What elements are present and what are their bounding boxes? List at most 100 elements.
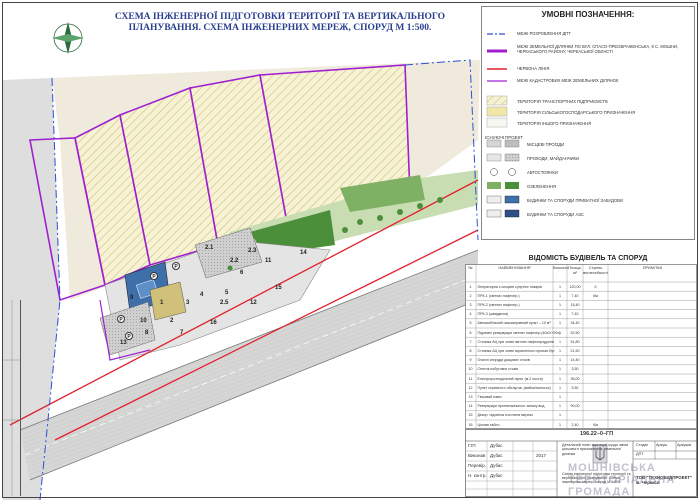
legend-item: МЕЖІ КАДАСТРОВИХ МЕЖ ЗЕМЕЛЬНИХ ДІЛЯНОК <box>517 78 619 83</box>
table-header: Площа, м² <box>568 266 582 275</box>
legend-item: ЧЕРВОНА ЛІНІЯ <box>517 66 550 71</box>
table-cell: 1 <box>559 348 561 353</box>
map-label: 10 <box>140 318 147 324</box>
table-header: Ступінь вогнестійкості <box>583 266 608 275</box>
table-cell: 34,40 <box>570 321 580 326</box>
map-label: 2.2 <box>230 258 239 264</box>
table-title: ВІДОМІСТЬ БУДІВЕЛЬ ТА СПОРУД <box>528 255 648 262</box>
drawing-code: 196.22–0–ГП <box>580 431 614 437</box>
table-cell: 90,00 <box>570 404 580 409</box>
norm-control-role: Н. контр. <box>468 473 487 478</box>
table-header: НАЙМЕНУВАННЯ <box>498 266 531 270</box>
table-cell: 7,40 <box>571 312 579 317</box>
gip-name: Дубас <box>490 443 503 448</box>
table-cell: Стоянка АЦ при зливі скрапленого пропан-… <box>477 348 555 353</box>
table-cell: Цінова табло <box>477 422 500 427</box>
developer-role: Виконав <box>468 453 486 458</box>
table-cell: 12 <box>468 385 473 390</box>
table-cell: Стоянка АЦ при зливі світлих нафтопродук… <box>477 339 554 344</box>
table-cell: 16 <box>468 422 473 427</box>
table-cell: 1 <box>559 293 561 298</box>
checker-role: Перевір. <box>468 463 486 468</box>
table-cell: ІІІа <box>593 422 598 427</box>
table-cell: Резервуари протипожежного запасу вод. <box>477 404 546 409</box>
table-cell: 1 <box>559 376 561 381</box>
map-label: 14 <box>300 250 307 256</box>
table-cell: 1 <box>559 385 561 390</box>
table-cell: 1 <box>559 302 561 307</box>
table-cell: Підземні резервуари світлих нафтопр.(40х… <box>477 330 561 335</box>
table-cell: ПРК-1 (світлих нафтопр.) <box>477 293 520 298</box>
table-cell: 52,50 <box>570 330 580 335</box>
table-cell: 1 <box>559 394 561 399</box>
map-label: 4 <box>200 292 204 298</box>
table-cell: Тіньовий навіс <box>477 394 502 399</box>
table-cell: 2,40 <box>571 422 579 427</box>
legend-item: АВТОСТОЯНКИ <box>527 170 558 175</box>
table-cell: 9 <box>469 358 472 363</box>
legend-item: ОЗЕЛЕНЕННЯ <box>527 184 557 189</box>
table-cell: 15,40 <box>570 302 580 307</box>
map-label: 11 <box>265 258 272 264</box>
legend-panel: УМОВНІ ПОЗНАЧЕННЯ: МЕЖІ РОЗРОБЛЕННЯ ДПТ … <box>481 6 695 240</box>
table-cell: 2 <box>469 293 472 298</box>
table-cell: 7 <box>469 339 472 344</box>
table-cell: 1 <box>559 321 561 326</box>
table-cell: 6 <box>469 330 472 335</box>
table-cell: Автомобільний газозаправний пункт – 10 м… <box>477 321 551 326</box>
map-label: 16 <box>210 320 217 326</box>
table-cell: 5 <box>469 321 472 326</box>
table-cell: 13 <box>468 394 473 399</box>
legend-item: МІСЦЕВІ ПРОЇЗДИ <box>527 142 565 147</box>
year: 2017 <box>536 453 547 458</box>
table-cell: 1 <box>559 404 561 409</box>
table-cell: 4 <box>469 312 472 317</box>
table-cell: 14 <box>468 404 473 409</box>
legend-title: УМОВНІ ПОЗНАЧЕННЯ: <box>541 10 635 19</box>
legend-item: ПРОХОДИ, МАЙДАНЧИКИ <box>527 156 579 161</box>
table-cell: 21,50 <box>570 348 580 353</box>
table-cell: 14,40 <box>570 358 580 363</box>
table-cell: 1 <box>559 367 561 372</box>
sheet-label: Аркуш <box>656 443 668 447</box>
watermark: МОШНІВСЬКА ТЕРИТОРІАЛЬНА ГРОМАДА <box>568 462 676 498</box>
sheets-label: Аркушів <box>677 443 692 447</box>
legend-col-existing: ІСНУЮЧІ <box>485 135 505 140</box>
table-header: Кількість <box>553 266 569 270</box>
map-label: 5 <box>225 290 229 296</box>
map-label: 6 <box>240 270 244 276</box>
parking-marker: P <box>172 262 180 270</box>
table-cell: ІІ <box>594 284 597 289</box>
table-cell: 1 <box>559 339 561 344</box>
map-label: 8 <box>145 330 149 336</box>
table-cell: 1 <box>559 284 561 289</box>
table-cell: Декор. підсвітка логотипа мережі <box>477 413 533 418</box>
table-cell: 1 <box>559 330 561 335</box>
legend-item: ТЕРИТОРІЯ СІЛЬСЬКОГОСПОДАРСЬКОГО ПРИЗНАЧ… <box>517 110 636 115</box>
table-cell: ПРК-3 (швидкісна) <box>477 312 509 317</box>
map-label: 2.1 <box>205 245 214 251</box>
table-cell: 1 <box>559 422 561 427</box>
map-label: 2.5 <box>220 300 229 306</box>
table-cell: 8 <box>469 348 472 353</box>
table-header: № <box>468 266 473 270</box>
legend-item: БУДИНКИ ТА СПОРУДИ АЗС <box>527 212 584 217</box>
table-cell: 1 <box>559 358 561 363</box>
map-label: 15 <box>275 285 282 291</box>
legend-item: ТЕРИТОРІЯ ІНШОГО ПРИЗНАЧЕННЯ <box>517 121 592 126</box>
developer-name: Дубас <box>490 453 503 458</box>
map-label: 1 <box>160 300 164 306</box>
parking-marker: P <box>117 315 125 323</box>
gip-role: Г.ІП <box>468 443 476 448</box>
table-cell: 51,80 <box>570 339 580 344</box>
map-label: 13 <box>120 340 127 346</box>
table-cell: 11 <box>468 376 473 381</box>
legend-item: ТЕРИТОРІЯ ТРАНСПОРТНИХ ПІДПРИЄМСТВ <box>517 99 608 104</box>
table-cell: Операторна з секцією супутніх товарів <box>477 284 542 289</box>
stage-label: Стадія <box>636 443 648 447</box>
table-cell: ІІІа <box>593 293 598 298</box>
norm-control-name: Дубас <box>490 473 503 478</box>
side-stamp-strip <box>3 300 21 496</box>
table-header: ПРИМІТКИ <box>642 266 663 270</box>
parking-marker: P <box>150 272 158 280</box>
